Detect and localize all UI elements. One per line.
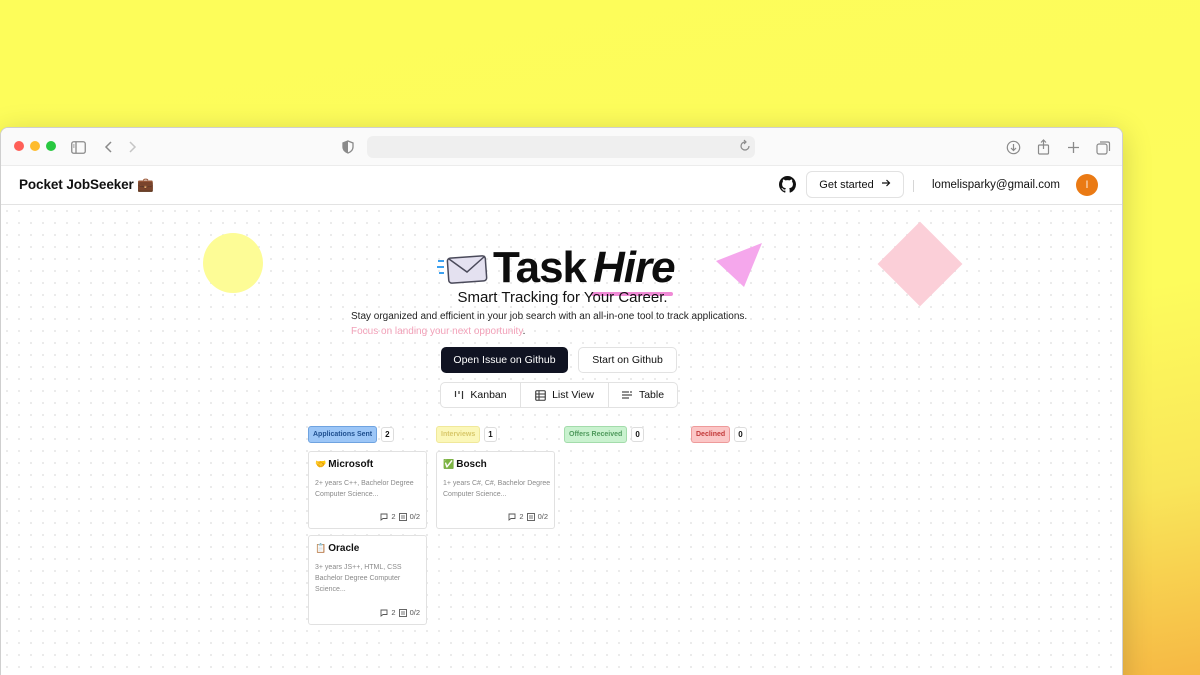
github-icon[interactable]	[779, 176, 796, 193]
maximize-window-button[interactable]	[46, 141, 56, 151]
checklist-icon	[398, 608, 407, 617]
card-company: Oracle	[328, 543, 360, 554]
description-text: Stay organized and efficient in your job…	[351, 311, 748, 322]
description-end: .	[522, 326, 526, 337]
task-progress: 0/2	[537, 512, 548, 521]
open-issue-button[interactable]: Open Issue on Github	[441, 347, 568, 373]
check-icon: ✅	[443, 459, 455, 469]
column-badge[interactable]: Interviews	[436, 426, 481, 443]
user-email: lomelisparky@gmail.com	[932, 179, 1060, 191]
column-interviews: Interviews 1	[436, 426, 497, 443]
card-company: Bosch	[456, 459, 487, 470]
description-highlight: Focus on landing your next opportunity	[351, 326, 523, 337]
sidebar-toggle-icon[interactable]	[69, 138, 87, 156]
get-started-label: Get started	[819, 178, 874, 191]
arrow-right-icon	[881, 178, 891, 191]
decorative-triangle	[716, 243, 762, 287]
shield-icon[interactable]	[339, 138, 357, 156]
clipboard-icon: 📋	[315, 543, 327, 553]
tab-table[interactable]: Table	[609, 383, 677, 407]
comment-icon	[508, 513, 516, 521]
card-company: Microsoft	[328, 459, 374, 470]
table-icon	[621, 391, 632, 399]
card-title: 🤝 Microsoft	[315, 459, 373, 470]
job-card-oracle[interactable]: 📋 Oracle 3+ years JS++, HTML, CSS Bachel…	[308, 535, 427, 625]
share-icon[interactable]	[1034, 138, 1052, 156]
card-title: 📋 Oracle	[315, 543, 359, 554]
column-badge[interactable]: Declined	[691, 426, 731, 443]
back-icon[interactable]	[100, 138, 118, 156]
card-description: 3+ years JS++, HTML, CSS Bachelor Degree…	[315, 564, 402, 593]
view-switcher: Kanban List View Table	[440, 382, 678, 408]
close-window-button[interactable]	[14, 141, 24, 151]
tab-table-label: Table	[638, 389, 665, 401]
comment-count: 2	[391, 512, 396, 521]
card-meta: 2 0/2	[380, 512, 420, 521]
brand-logo[interactable]: Pocket JobSeeker 💼	[19, 177, 154, 193]
job-card-microsoft[interactable]: 🤝 Microsoft 2+ years C++, Bachelor Degre…	[308, 451, 427, 529]
download-icon[interactable]	[1004, 138, 1022, 156]
avatar[interactable]: l	[1076, 174, 1098, 196]
handshake-icon: 🤝	[315, 459, 327, 469]
reload-icon[interactable]	[739, 139, 751, 158]
card-description: 2+ years C++, Bachelor Degree Computer S…	[315, 480, 414, 498]
main-canvas: Task Hire Smart Tracking for Your Career…	[1, 205, 1122, 675]
card-meta: 2 0/2	[380, 608, 420, 617]
grid-icon	[535, 389, 546, 401]
new-tab-icon[interactable]	[1064, 138, 1082, 156]
column-badge[interactable]: Offers Received	[564, 426, 628, 443]
address-bar[interactable]	[367, 136, 755, 158]
minimize-window-button[interactable]	[30, 141, 40, 151]
tagline: Smart Tracking for Your Career.	[457, 289, 668, 306]
logo-hire-text: Hire	[591, 243, 676, 296]
tab-kanban[interactable]: Kanban	[441, 383, 521, 407]
comment-count: 2	[519, 512, 524, 521]
comment-icon	[380, 513, 388, 521]
column-declined: Declined 0	[691, 426, 747, 443]
browser-toolbar	[1, 128, 1122, 166]
kanban-icon	[455, 391, 464, 399]
decorative-circle	[203, 233, 263, 293]
column-count: 1	[484, 427, 497, 442]
column-applications-sent: Applications Sent 2	[308, 426, 394, 443]
app-navbar: Pocket JobSeeker 💼 Get started lomelispa…	[1, 166, 1122, 205]
hero-description: Stay organized and efficient in your job…	[351, 309, 751, 339]
column-badge[interactable]: Applications Sent	[308, 426, 378, 443]
start-on-github-button[interactable]: Start on Github	[578, 347, 677, 373]
card-meta: 2 0/2	[508, 512, 548, 521]
job-card-bosch[interactable]: ✅ Bosch 1+ years C#, C#, Bachelor Degree…	[436, 451, 555, 529]
column-count: 0	[631, 427, 644, 442]
card-title: ✅ Bosch	[443, 459, 487, 470]
tab-kanban-label: Kanban	[470, 389, 507, 401]
task-progress: 0/2	[409, 512, 420, 521]
forward-icon[interactable]	[123, 138, 141, 156]
comment-count: 2	[391, 608, 396, 617]
comment-icon	[380, 609, 388, 617]
checklist-icon	[526, 512, 535, 521]
tab-overview-icon[interactable]	[1094, 138, 1112, 156]
column-count: 0	[734, 427, 747, 442]
browser-window: Pocket JobSeeker 💼 Get started lomelispa…	[0, 127, 1123, 675]
task-progress: 0/2	[409, 608, 420, 617]
get-started-button[interactable]: Get started	[806, 171, 904, 198]
column-offers-received: Offers Received 0	[564, 426, 644, 443]
logo-task-text: Task	[493, 243, 587, 292]
checklist-icon	[398, 512, 407, 521]
column-count: 2	[381, 427, 394, 442]
taskhire-logo: Task Hire	[437, 233, 676, 296]
tab-list-view-label: List View	[552, 389, 594, 401]
card-description: 1+ years C#, C#, Bachelor Degree Compute…	[443, 480, 551, 498]
tab-list-view[interactable]: List View	[521, 383, 609, 407]
navbar-divider	[913, 180, 914, 192]
envelope-icon	[437, 255, 488, 284]
